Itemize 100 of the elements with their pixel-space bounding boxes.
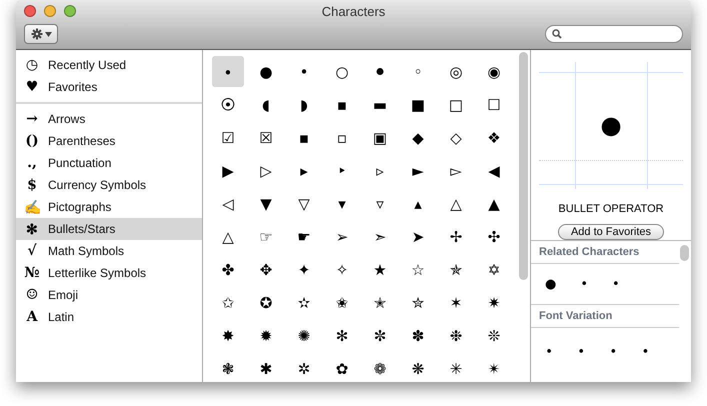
action-menu-button[interactable]	[24, 24, 58, 44]
character-cell[interactable]: ►	[402, 155, 434, 186]
character-cell[interactable]: ✹	[250, 320, 282, 351]
character-cell[interactable]: ✭	[364, 287, 396, 318]
character-cell[interactable]: ❉	[440, 320, 472, 351]
character-cell[interactable]: ⚫	[364, 56, 396, 87]
scrollbar-thumb[interactable]	[519, 52, 528, 280]
character-cell[interactable]: ✬	[326, 287, 358, 318]
related-character[interactable]: ●	[545, 278, 556, 290]
character-cell[interactable]: △	[212, 221, 244, 252]
character-cell[interactable]: ⦿	[212, 89, 244, 120]
character-cell[interactable]: ❖	[478, 122, 510, 153]
character-cell[interactable]: ◁	[212, 188, 244, 219]
character-cell[interactable]: ▸	[288, 155, 320, 186]
character-cell[interactable]: ✫	[288, 287, 320, 318]
character-cell[interactable]: ✣	[478, 221, 510, 252]
character-cell[interactable]: ◆	[402, 122, 434, 153]
character-cell[interactable]: ◎	[440, 56, 472, 87]
character-cell[interactable]: ➢	[326, 221, 358, 252]
character-cell[interactable]: ✯	[440, 254, 472, 285]
character-cell[interactable]: ☑	[212, 122, 244, 153]
character-cell[interactable]: ✻	[326, 320, 358, 351]
category-item[interactable]: √ Math Symbols	[16, 240, 202, 262]
scrollbar-thumb[interactable]	[680, 245, 689, 261]
character-cell[interactable]: ■	[402, 89, 434, 120]
character-cell[interactable]: ☐	[478, 89, 510, 120]
related-character[interactable]: •	[612, 278, 620, 290]
character-cell[interactable]: ❋	[402, 353, 434, 382]
zoom-button[interactable]	[64, 5, 76, 17]
character-cell[interactable]: ☒	[250, 122, 282, 153]
character-cell[interactable]: ☆	[402, 254, 434, 285]
character-cell[interactable]: ◖	[250, 89, 282, 120]
category-item[interactable]: ✍ Pictographs	[16, 196, 202, 218]
character-cell[interactable]: ❃	[212, 353, 244, 382]
character-cell[interactable]: ✧	[326, 254, 358, 285]
character-cell[interactable]: ▶	[212, 155, 244, 186]
character-cell[interactable]: ★	[364, 254, 396, 285]
character-cell[interactable]: ▹	[364, 155, 396, 186]
category-item[interactable]: () Parentheses	[16, 130, 202, 152]
character-cell[interactable]: ▻	[440, 155, 472, 186]
category-item[interactable]: $ Currency Symbols	[16, 174, 202, 196]
character-cell[interactable]: ▫	[326, 122, 358, 153]
category-item[interactable]: ✻ Bullets/Stars	[16, 218, 202, 240]
character-cell[interactable]: ✦	[288, 254, 320, 285]
related-character[interactable]: •	[580, 278, 588, 290]
character-cell[interactable]: ✿	[326, 353, 358, 382]
character-cell[interactable]: ✲	[288, 353, 320, 382]
category-item[interactable]: № Letterlike Symbols	[16, 262, 202, 284]
character-cell[interactable]: ☞	[250, 221, 282, 252]
character-cell[interactable]: ○	[326, 56, 358, 87]
character-cell[interactable]: ❊	[478, 320, 510, 351]
character-cell[interactable]: ✥	[250, 254, 282, 285]
character-cell[interactable]: ➤	[402, 221, 434, 252]
character-cell[interactable]: △	[440, 188, 472, 219]
character-cell[interactable]: ◉	[478, 56, 510, 87]
character-cell[interactable]: ◦	[402, 56, 434, 87]
character-cell[interactable]: ✤	[212, 254, 244, 285]
character-cell[interactable]: ✼	[364, 320, 396, 351]
search-field[interactable]	[545, 25, 683, 43]
character-cell[interactable]: ▼	[250, 188, 282, 219]
related-character[interactable]: ∙	[577, 345, 586, 358]
character-cell[interactable]: ✷	[478, 287, 510, 318]
character-cell[interactable]: ✮	[402, 287, 434, 318]
category-item[interactable]: ◷ Recently Used	[16, 54, 202, 76]
character-cell[interactable]: ✡	[478, 254, 510, 285]
character-cell[interactable]: ▽	[288, 188, 320, 219]
character-cell[interactable]: ●	[250, 56, 282, 87]
character-cell[interactable]: ▪	[326, 89, 358, 120]
close-button[interactable]	[24, 5, 36, 17]
character-cell[interactable]: ✱	[250, 353, 282, 382]
character-cell[interactable]: ▲	[478, 188, 510, 219]
category-item[interactable]: ., Punctuation	[16, 152, 202, 174]
character-cell[interactable]: ‣	[326, 155, 358, 186]
character-cell[interactable]: ✳	[440, 353, 472, 382]
category-item[interactable]: → Arrows	[16, 108, 202, 130]
category-item[interactable]: A Latin	[16, 306, 202, 328]
character-cell[interactable]: ✶	[440, 287, 472, 318]
minimize-button[interactable]	[44, 5, 56, 17]
character-cell[interactable]: ☛	[288, 221, 320, 252]
related-character[interactable]: ∙	[545, 345, 554, 358]
character-cell[interactable]: ✽	[402, 320, 434, 351]
character-cell[interactable]: ◗	[288, 89, 320, 120]
character-cell[interactable]: •	[288, 56, 320, 87]
character-cell[interactable]: ✪	[250, 287, 282, 318]
category-item[interactable]: ☺ Emoji	[16, 284, 202, 306]
character-cell[interactable]: ✸	[212, 320, 244, 351]
character-cell[interactable]: ➣	[364, 221, 396, 252]
character-cell[interactable]: ▬	[364, 89, 396, 120]
character-cell[interactable]: ∙	[212, 56, 244, 87]
character-cell[interactable]: □	[440, 89, 472, 120]
character-cell[interactable]: ✴	[478, 353, 510, 382]
character-cell[interactable]: ▿	[364, 188, 396, 219]
character-cell[interactable]: ▾	[326, 188, 358, 219]
character-cell[interactable]: ▷	[250, 155, 282, 186]
character-cell[interactable]: ◀	[478, 155, 510, 186]
add-to-favorites-button[interactable]: Add to Favorites	[558, 224, 664, 240]
character-cell[interactable]: ▪	[288, 122, 320, 153]
character-cell[interactable]: ❁	[364, 353, 396, 382]
related-character[interactable]: ∙	[609, 345, 618, 358]
character-cell[interactable]: ✩	[212, 287, 244, 318]
